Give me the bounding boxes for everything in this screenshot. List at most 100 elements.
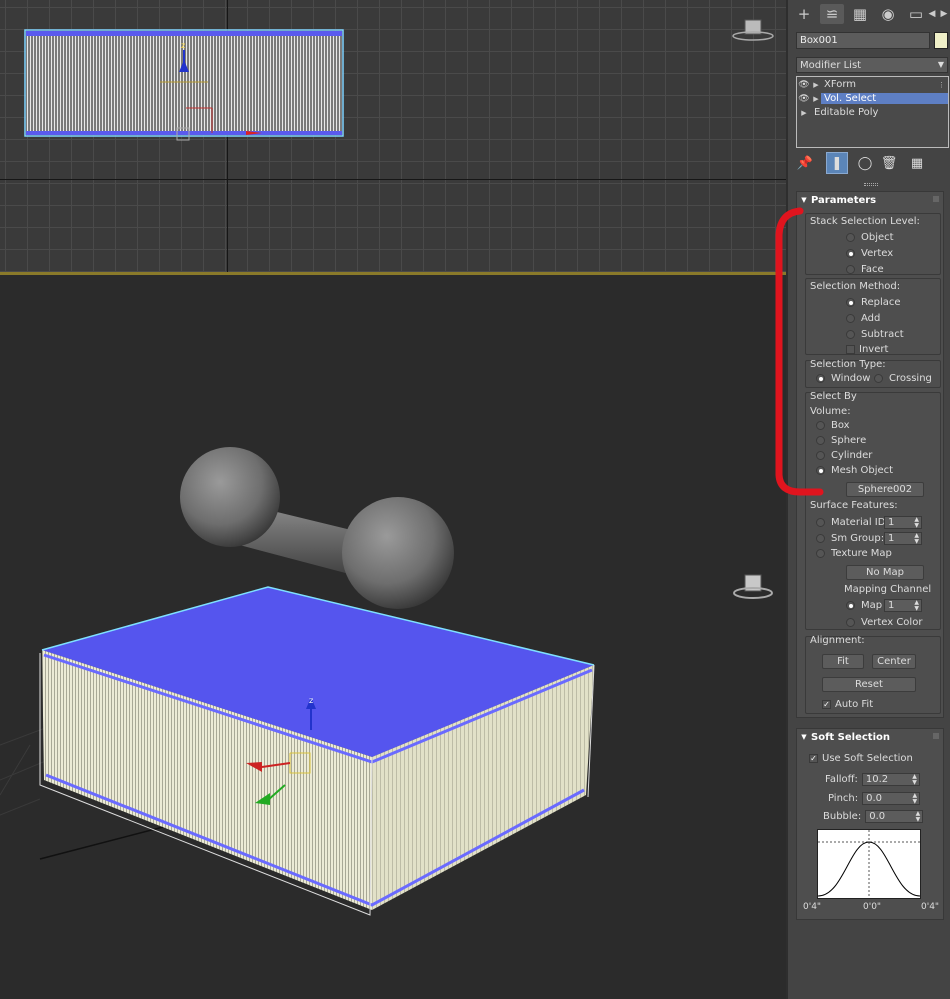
parameters-rollout-header[interactable]: ▼ Parameters: [797, 192, 943, 208]
radio-sm-group[interactable]: Sm Group:: [816, 533, 884, 544]
curve-left-label: 0'4": [803, 902, 822, 912]
rollout-handle-icon: [933, 196, 939, 202]
object-name-field[interactable]: Box001: [796, 32, 930, 49]
viewcube-top[interactable]: [732, 19, 774, 41]
make-unique-icon[interactable]: ◯: [854, 152, 876, 174]
expand-arrow-icon[interactable]: ▶: [811, 81, 821, 89]
soft-selection-rollout: ▼ Soft Selection ✓ Use Soft Selection Fal…: [796, 728, 944, 920]
box-object[interactable]: [39, 586, 595, 916]
selection-method-label: Selection Method:: [810, 281, 901, 292]
invert-checkbox[interactable]: Invert: [846, 344, 888, 355]
reset-button[interactable]: Reset: [822, 677, 916, 692]
select-by-group: Select By Volume: Box Sphere Cylinder Me…: [805, 391, 941, 630]
radio-vertex[interactable]: Vertex: [846, 248, 893, 259]
center-button[interactable]: Center: [872, 654, 916, 669]
radio-box[interactable]: Box: [816, 420, 850, 431]
rollout-handle-icon: [933, 733, 939, 739]
modifier-list-dropdown[interactable]: Modifier List ▼: [796, 57, 948, 73]
stack-item-options-icon: ⋮: [938, 80, 945, 89]
dumbbell-sphere-object[interactable]: [180, 447, 454, 609]
surface-features-label: Surface Features:: [810, 500, 898, 511]
perspective-viewport[interactable]: z: [0, 275, 786, 999]
remove-modifier-icon[interactable]: 🗑: [878, 152, 900, 174]
radio-mesh-object[interactable]: Mesh Object: [816, 465, 893, 476]
collapse-arrow-icon: ▼: [801, 733, 807, 741]
configure-sets-icon[interactable]: ▦: [906, 152, 928, 174]
falloff-curve: [817, 830, 921, 898]
radio-vertex-color[interactable]: Vertex Color: [846, 617, 922, 628]
expand-arrow-icon[interactable]: ▶: [811, 95, 821, 103]
display-tab-icon[interactable]: ▭: [904, 4, 928, 24]
alignment-group: Alignment: Fit Center Reset ✓ Auto Fit: [805, 635, 941, 714]
mapping-channel-label: Mapping Channel: [844, 584, 932, 595]
stack-item-xform[interactable]: 👁 ▶ XForm ⋮: [797, 78, 948, 91]
material-id-spinner[interactable]: 1 ▲ ▼: [880, 516, 922, 529]
stack-item-editable-poly[interactable]: ▶ Editable Poly: [797, 106, 948, 119]
radio-add[interactable]: Add: [846, 313, 880, 324]
mesh-object-pick-button[interactable]: Sphere002: [846, 482, 924, 497]
viewcube-persp[interactable]: [733, 574, 773, 599]
stack-item-vol-select[interactable]: 👁 ▶ Vol. Select: [797, 92, 948, 105]
radio-crossing[interactable]: Crossing: [874, 373, 932, 384]
radio-cylinder[interactable]: Cylinder: [816, 450, 872, 461]
radio-sphere[interactable]: Sphere: [816, 435, 866, 446]
fit-button[interactable]: Fit: [822, 654, 864, 669]
panel-grip[interactable]: [864, 183, 878, 186]
volume-label: Volume:: [810, 406, 851, 417]
expand-arrow-icon[interactable]: ▶: [797, 109, 811, 117]
visibility-eye-icon[interactable]: 👁: [797, 94, 811, 104]
chevron-down-icon: ▼: [937, 60, 944, 69]
stack-item-label: XForm: [824, 79, 857, 90]
radio-object[interactable]: Object: [846, 232, 894, 243]
modify-tab-icon[interactable]: ≌: [820, 4, 844, 24]
modifier-list-label: Modifier List: [800, 60, 862, 71]
perspective-scene: z: [0, 447, 773, 916]
radio-texture-map[interactable]: Texture Map: [816, 548, 892, 559]
soft-selection-rollout-header[interactable]: ▼ Soft Selection: [797, 729, 943, 745]
selection-type-group: Selection Type: Window Crossing: [805, 359, 941, 388]
parameters-rollout: ▼ Parameters Stack Selection Level: Obje…: [796, 191, 944, 718]
alignment-label: Alignment:: [810, 635, 865, 646]
create-tab-icon[interactable]: +: [792, 4, 816, 24]
stack-selection-level-group: Stack Selection Level: Object Vertex Fac…: [805, 213, 941, 275]
tabs-scroll-right-icon[interactable]: ▶: [939, 4, 949, 24]
visibility-eye-icon[interactable]: 👁: [797, 80, 811, 90]
stack-selection-level-label: Stack Selection Level:: [810, 216, 920, 227]
motion-tab-icon[interactable]: ◉: [876, 4, 900, 24]
pinch-spinner[interactable]: Pinch: 0.0 ▲ ▼: [828, 792, 921, 805]
top-viewport[interactable]: z: [0, 0, 786, 272]
falloff-spinner[interactable]: Falloff: 10.2 ▲ ▼: [825, 773, 920, 786]
selection-type-label: Selection Type:: [810, 359, 886, 370]
collapse-arrow-icon: ▼: [801, 196, 807, 204]
radio-map[interactable]: Map: [846, 600, 882, 611]
no-map-button[interactable]: No Map: [846, 565, 924, 580]
bubble-spinner[interactable]: Bubble: 0.0 ▲ ▼: [823, 810, 924, 823]
sm-group-spinner[interactable]: 1 ▲ ▼: [880, 532, 922, 545]
select-by-label: Select By: [810, 391, 857, 402]
parameters-title: Parameters: [811, 194, 877, 206]
soft-selection-title: Soft Selection: [811, 731, 891, 743]
command-panel-tabs: + ≌ ▦ ◉ ▭ ◀ ▶: [788, 0, 950, 28]
selection-method-group: Selection Method: Replace Add Subtract I…: [805, 278, 941, 355]
pin-stack-icon[interactable]: 📌: [794, 152, 816, 174]
radio-replace[interactable]: Replace: [846, 297, 901, 308]
gizmo-z-label: z: [309, 696, 313, 705]
auto-fit-checkbox[interactable]: ✓ Auto Fit: [822, 699, 873, 710]
curve-right-label: 0'4": [921, 902, 940, 912]
use-soft-selection-checkbox[interactable]: ✓ Use Soft Selection: [809, 753, 913, 764]
object-color-swatch[interactable]: [934, 32, 948, 49]
radio-face[interactable]: Face: [846, 264, 884, 275]
show-end-result-icon[interactable]: ❚: [826, 152, 848, 174]
falloff-curve-graph: [817, 829, 921, 899]
stack-item-label: Vol. Select: [821, 93, 948, 104]
curve-center-label: 0'0": [863, 902, 882, 912]
stack-item-label: Editable Poly: [814, 107, 879, 118]
radio-subtract[interactable]: Subtract: [846, 329, 904, 340]
hierarchy-tab-icon[interactable]: ▦: [848, 4, 872, 24]
radio-window[interactable]: Window: [816, 373, 870, 384]
map-channel-spinner[interactable]: 1 ▲ ▼: [880, 599, 922, 612]
tabs-scroll-left-icon[interactable]: ◀: [927, 4, 937, 24]
radio-material-id[interactable]: Material ID:: [816, 517, 889, 528]
command-panel: + ≌ ▦ ◉ ▭ ◀ ▶ Box001 Modifier List ▼ 👁 ▶…: [786, 0, 950, 999]
top-gizmo-z-label: z: [181, 41, 185, 50]
